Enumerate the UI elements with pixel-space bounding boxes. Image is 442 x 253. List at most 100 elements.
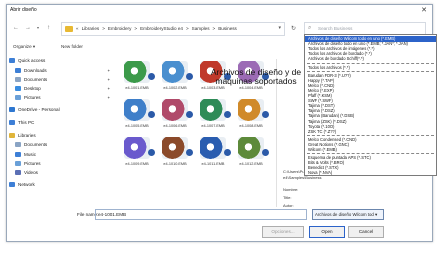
network-icon xyxy=(9,182,15,187)
embroidery-preview-image xyxy=(162,137,188,159)
sidebar-item-label: Documents xyxy=(24,142,48,147)
file-thumbnail[interactable]: e4-1011.EMB xyxy=(197,135,231,167)
pin-icon: ✦ xyxy=(107,68,111,73)
address-dropdown-icon[interactable]: ▾ xyxy=(278,25,281,31)
preview-name-label: Nombre: xyxy=(283,187,299,192)
wilcom-file-icon xyxy=(262,149,269,156)
picture-icon xyxy=(15,95,21,100)
file-name-label: e4-1001.EMB xyxy=(125,86,149,90)
file-thumbnail[interactable]: e4-1009.EMB xyxy=(121,135,155,167)
picture-icon xyxy=(15,161,21,166)
options-button[interactable]: Opciones... xyxy=(262,226,304,238)
file-thumbnail[interactable]: e4-1001.EMB xyxy=(121,59,155,91)
filetype-option[interactable]: ZSK TC (*.Z??) xyxy=(305,129,436,135)
file-thumbnail[interactable]: e4-1010.EMB xyxy=(159,135,193,167)
wilcom-file-icon xyxy=(224,149,231,156)
open-button[interactable]: Open xyxy=(309,226,345,238)
dropdown-separator xyxy=(307,134,434,136)
new-folder-button[interactable]: New folder xyxy=(61,44,83,49)
wilcom-file-icon xyxy=(224,111,231,118)
filetype-value: Archivos de diseño Wilcom tod ▾ xyxy=(315,212,378,217)
filetype-option[interactable]: Wilcom (*.EMB) xyxy=(305,147,436,153)
close-icon[interactable]: ✕ xyxy=(418,6,430,15)
recent-dropdown-icon[interactable]: ▾ xyxy=(37,24,39,32)
pin-icon: ✦ xyxy=(107,77,111,82)
file-types-tooltip: Archivos de diseño y de máquinas soporta… xyxy=(210,67,302,86)
file-name-label: e4-1006.EMB xyxy=(163,124,187,128)
search-placeholder: Search Business xyxy=(318,26,353,31)
cancel-button[interactable]: Cancel xyxy=(348,226,384,238)
wilcom-file-icon xyxy=(186,111,193,118)
document-icon xyxy=(15,77,21,82)
file-thumbnail[interactable]: e4-1008.EMB xyxy=(235,97,269,129)
music-icon xyxy=(15,152,21,157)
file-thumbnail[interactable]: e4-1012.EMB xyxy=(235,135,269,167)
organize-button[interactable]: Organize ▾ xyxy=(13,44,35,50)
document-icon xyxy=(15,142,21,147)
sidebar-item-label: This PC xyxy=(18,120,35,125)
back-icon[interactable]: ← xyxy=(13,24,19,32)
sidebar-item-label: Quick access xyxy=(18,58,46,63)
breadcrumb-separator: > xyxy=(212,26,216,31)
filetype-option[interactable]: Archivos de bordado Schiff(*.*) xyxy=(305,56,436,62)
breadcrumb-item[interactable]: EmbroideryStudio e4 xyxy=(140,26,183,31)
file-name-label: e4-1002.EMB xyxy=(163,86,187,90)
dropdown-separator xyxy=(307,153,434,155)
dialog-footer: File name: e4-1001.EMB Archivos de diseñ… xyxy=(7,208,432,242)
sidebar-item-label: Libraries xyxy=(18,133,36,138)
file-thumbnail[interactable]: e4-1006.EMB xyxy=(159,97,193,129)
file-thumbnail[interactable]: e4-1005.EMB xyxy=(121,97,155,129)
wilcom-file-icon xyxy=(148,111,155,118)
breadcrumb-separator: > xyxy=(102,26,105,31)
embroidery-preview-image xyxy=(162,61,188,83)
sidebar-item-label: Pictures xyxy=(24,161,41,166)
embroidery-preview-image xyxy=(162,99,188,121)
filetype-select[interactable]: Archivos de diseño Wilcom tod ▾ xyxy=(312,209,384,220)
wilcom-file-icon xyxy=(148,73,155,80)
sidebar-item-label: Videos xyxy=(24,170,38,175)
embroidery-preview-image xyxy=(124,99,150,121)
filetype-dropdown-list[interactable]: Archivos de diseño Wilcom todo en uno (*… xyxy=(304,34,437,176)
pin-icon: ✦ xyxy=(107,86,111,91)
address-bar[interactable]: «Libraries > Embroidery > EmbroideryStudio e… xyxy=(61,22,285,36)
video-icon xyxy=(15,170,21,175)
embroidery-preview-image xyxy=(124,61,150,83)
forward-icon[interactable]: → xyxy=(25,24,31,32)
breadcrumb-item[interactable]: Libraries xyxy=(82,26,100,31)
filename-value: e4-1001.EMB xyxy=(98,212,127,217)
sidebar-item-label: Music xyxy=(24,152,36,157)
file-thumbnail[interactable]: e4-1007.EMB xyxy=(197,97,231,129)
file-name-label: e4-1012.EMB xyxy=(239,162,263,166)
dropdown-separator xyxy=(307,62,434,64)
dialog-title: Abrir diseño xyxy=(10,7,37,13)
wilcom-file-icon xyxy=(148,149,155,156)
filetype-option[interactable]: Todos los archivos (*.*) xyxy=(305,65,436,71)
up-icon[interactable]: ↑ xyxy=(47,24,50,32)
computer-icon xyxy=(9,120,15,125)
pin-icon: ✦ xyxy=(107,95,111,100)
sidebar-item-label: Desktop xyxy=(24,86,41,91)
refresh-icon[interactable]: ↻ xyxy=(291,25,296,32)
breadcrumb-separator: « xyxy=(76,26,79,31)
file-thumbnail[interactable]: e4-1002.EMB xyxy=(159,59,193,91)
file-name-label: e4-1009.EMB xyxy=(125,162,149,166)
embroidery-preview-image xyxy=(200,99,226,121)
breadcrumb-item[interactable]: Business xyxy=(218,26,237,31)
sidebar-item-label: Pictures xyxy=(24,95,41,100)
sidebar-item-label: Downloads xyxy=(24,68,47,73)
filetype-option[interactable]: Nova (*.NVA) xyxy=(305,170,436,175)
sidebar-item-label: Documents xyxy=(24,77,48,82)
cloud-icon xyxy=(9,107,15,112)
embroidery-preview-image xyxy=(238,99,264,121)
filename-input[interactable]: e4-1001.EMB xyxy=(95,209,307,220)
breadcrumb-item[interactable]: Samples xyxy=(192,26,210,31)
wilcom-file-icon xyxy=(186,149,193,156)
breadcrumb-item[interactable]: Embroidery xyxy=(108,26,132,31)
wilcom-file-icon xyxy=(186,73,193,80)
search-icon: ⌕ xyxy=(308,25,312,31)
file-name-label: e4-1011.EMB xyxy=(201,162,225,166)
breadcrumb: «Libraries > Embroidery > EmbroideryStudio e… xyxy=(76,26,240,31)
embroidery-preview-image xyxy=(238,137,264,159)
filetype-option[interactable]: Pixel DOS (*.PXM) xyxy=(305,176,436,177)
file-name-label: e4-1007.EMB xyxy=(201,124,225,128)
